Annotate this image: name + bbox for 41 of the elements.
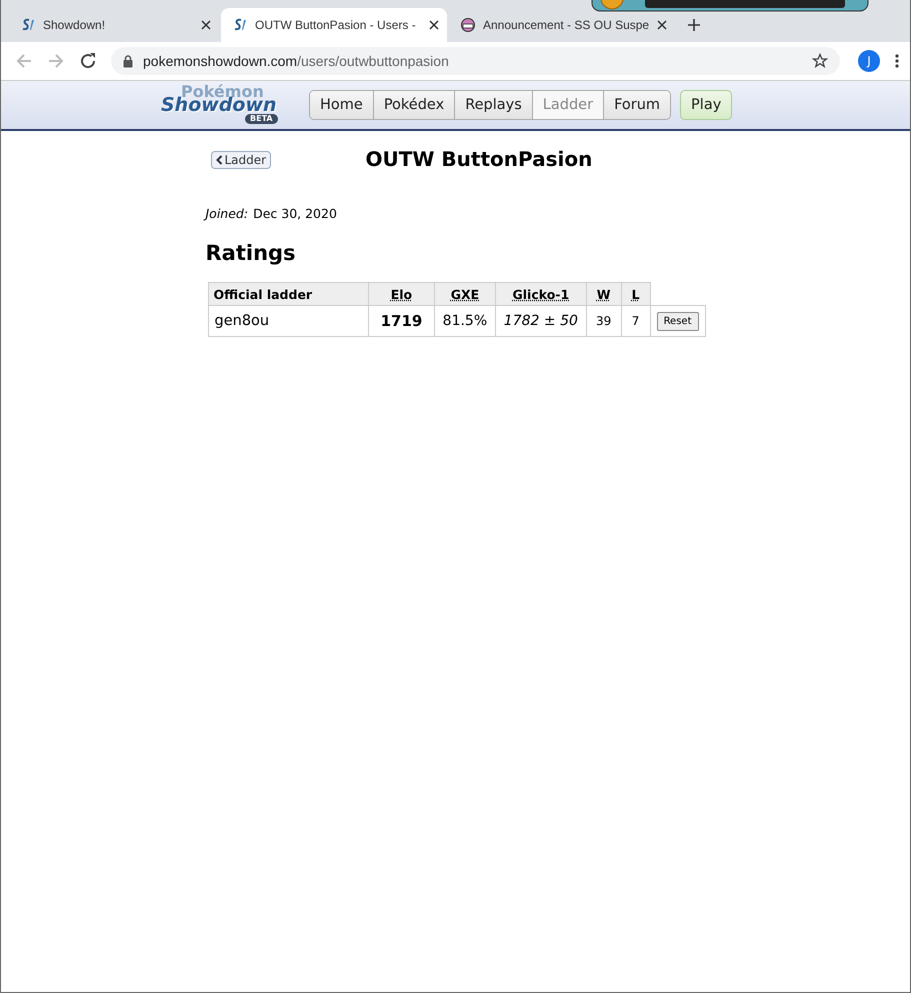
table-cell: 39: [586, 306, 622, 336]
chevron-left-icon: [216, 155, 222, 165]
browser-tab[interactable]: OUTW ButtonPasion - Users -: [221, 8, 447, 42]
reset-button[interactable]: Reset: [656, 312, 698, 330]
play-button[interactable]: Play: [680, 90, 732, 120]
table-cell: gen8ou: [208, 306, 368, 336]
more-menu-icon[interactable]: [894, 53, 900, 69]
nav-button[interactable]: Home: [310, 91, 374, 119]
nav-button[interactable]: Forum: [604, 91, 670, 119]
nav-button[interactable]: Replays: [455, 91, 533, 119]
section-heading: Ratings: [206, 241, 297, 265]
notification-popup[interactable]: [590, 0, 870, 12]
reload-icon[interactable]: [79, 52, 97, 70]
column-header: Glicko-1: [495, 282, 586, 306]
lock-icon: [123, 54, 133, 68]
address-bar[interactable]: pokemonshowdown.com/users/outwbuttonpasion: [111, 47, 840, 75]
new-tab-icon[interactable]: [687, 18, 702, 32]
site-logo[interactable]: Pokémon Showdown BETA: [159, 82, 305, 128]
nav-button[interactable]: Pokédex: [374, 91, 456, 119]
table-cell: 81.5%: [434, 306, 496, 336]
joined-date: Dec 30, 2020: [253, 206, 337, 221]
table-cell: 7: [621, 306, 650, 336]
column-header: Elo: [368, 282, 434, 306]
curve-slash-icon: [21, 18, 35, 32]
close-icon[interactable]: [201, 20, 211, 30]
profile-avatar[interactable]: J: [858, 50, 880, 72]
table-cell: 1782 ± 50: [495, 306, 586, 336]
browser-tab[interactable]: Showdown!: [9, 8, 219, 42]
browser-tab[interactable]: Announcement - SS OU Suspe: [449, 8, 676, 42]
joined-label: Joined:: [206, 206, 248, 221]
close-icon[interactable]: [429, 20, 439, 30]
column-header: W: [586, 282, 622, 306]
user-name-heading: OUTW ButtonPasion: [366, 147, 592, 171]
column-header: Official ladder: [208, 282, 368, 306]
column-header: GXE: [434, 282, 496, 306]
back-button[interactable]: Ladder: [210, 151, 272, 169]
table-cell: 1719: [368, 306, 434, 336]
column-header: L: [621, 282, 650, 306]
star-icon[interactable]: [812, 53, 828, 69]
curve-slash-icon: [233, 18, 247, 32]
close-icon[interactable]: [657, 20, 668, 30]
